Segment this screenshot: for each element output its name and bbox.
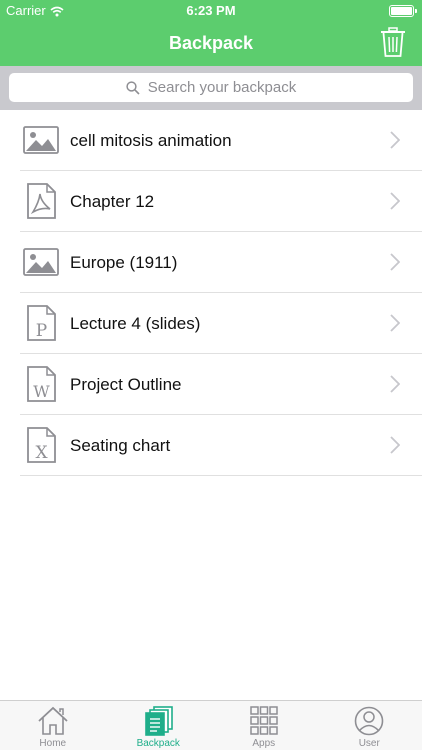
trash-icon [381, 27, 405, 57]
chevron-right-icon [390, 436, 400, 454]
powerpoint-file-icon: P [27, 305, 56, 341]
tab-user[interactable]: User [317, 701, 422, 750]
image-file-icon [23, 248, 59, 276]
list-item-label: Project Outline [70, 375, 182, 394]
list-item[interactable]: cell mitosis animation [0, 110, 422, 171]
list-item-label: Chapter 12 [70, 192, 155, 211]
pdf-file-icon [27, 183, 56, 219]
list-item-label: cell mitosis animation [70, 131, 232, 150]
search-icon [126, 80, 140, 95]
svg-text:X: X [35, 443, 48, 463]
status-time: 6:23 PM [186, 3, 236, 18]
tab-label: Apps [252, 738, 276, 749]
tab-label: Home [39, 738, 67, 749]
list-item[interactable]: X Seating chart [0, 415, 422, 476]
list-item[interactable]: W Project Outline [0, 354, 422, 415]
list-item[interactable]: Chapter 12 [0, 171, 422, 232]
battery-icon [389, 5, 417, 17]
list-item[interactable]: Europe (1911) [0, 232, 422, 293]
backpack-list: cell mitosis animation Chapter 12 Europe… [0, 110, 422, 476]
tab-backpack[interactable]: Backpack [106, 701, 212, 750]
status-bar: Carrier 6:23 PM [0, 0, 422, 22]
app-header: Carrier 6:23 PM Backpack [0, 0, 422, 66]
list-item-label: Europe (1911) [70, 253, 178, 272]
tab-label: User [358, 738, 380, 749]
list-item-label: Lecture 4 (slides) [70, 314, 201, 333]
tab-home[interactable]: Home [0, 701, 106, 750]
chevron-right-icon [390, 375, 400, 393]
backpack-icon [145, 706, 174, 736]
chevron-right-icon [390, 192, 400, 210]
search-bar: Search your backpack [0, 66, 422, 110]
svg-text:W: W [33, 382, 50, 401]
home-icon [38, 706, 68, 735]
image-file-icon [23, 126, 59, 154]
svg-text:P: P [36, 321, 47, 341]
tab-label: Backpack [136, 738, 180, 749]
search-input[interactable]: Search your backpack [9, 73, 413, 102]
search-placeholder: Search your backpack [147, 79, 297, 96]
page-title: Backpack [168, 33, 254, 53]
word-file-icon: W [27, 366, 56, 402]
trash-button[interactable] [380, 27, 406, 57]
tab-apps[interactable]: Apps [211, 701, 317, 750]
list-item[interactable]: P Lecture 4 (slides) [0, 293, 422, 354]
tab-bar: Home Backpack Apps User [0, 700, 422, 750]
apps-grid-icon [250, 706, 278, 735]
user-icon [354, 706, 384, 736]
chevron-right-icon [390, 314, 400, 332]
list-item-label: Seating chart [70, 436, 171, 455]
chevron-right-icon [390, 253, 400, 271]
excel-file-icon: X [27, 427, 56, 463]
chevron-right-icon [390, 131, 400, 149]
